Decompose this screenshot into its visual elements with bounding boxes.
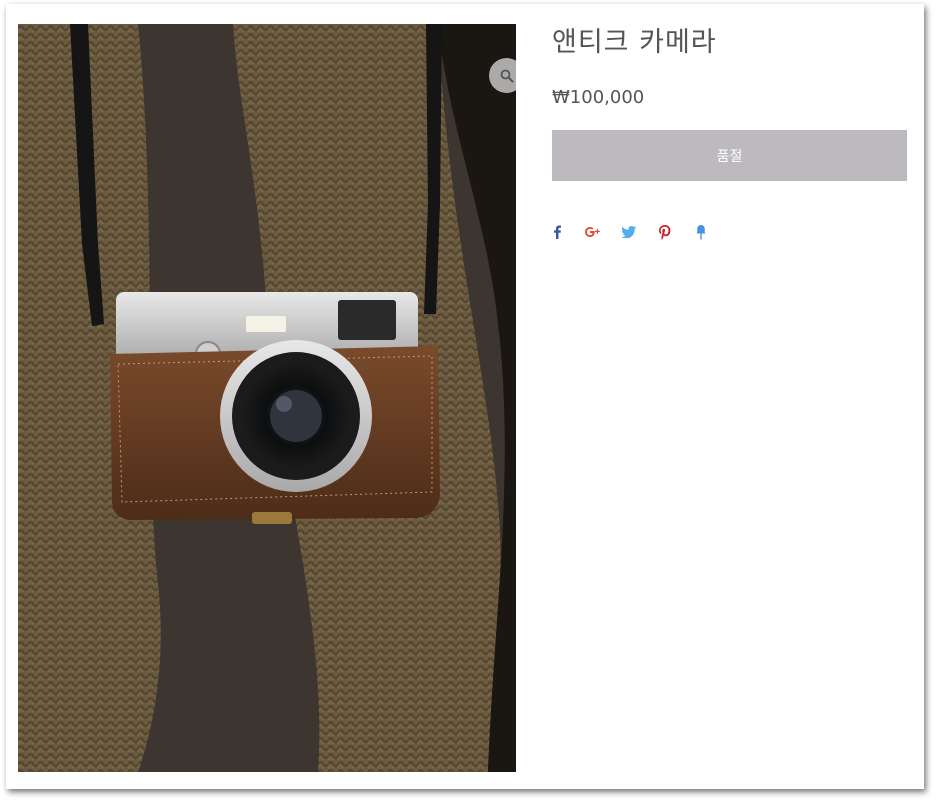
share-bar	[548, 222, 728, 242]
share-pinterest-button[interactable]	[656, 222, 674, 242]
pin-icon	[696, 224, 706, 239]
google-plus-icon	[585, 227, 600, 237]
zoom-button[interactable]	[489, 58, 516, 93]
share-twitter-button[interactable]	[620, 222, 638, 242]
product-title: 앤티크 카메라	[552, 27, 717, 58]
sold-out-button[interactable]: 품절	[552, 130, 907, 181]
search-icon	[500, 69, 513, 82]
camera-photo	[18, 24, 516, 772]
share-pin-button[interactable]	[692, 222, 710, 242]
share-google-plus-button[interactable]	[584, 222, 602, 242]
facebook-icon	[554, 225, 561, 239]
product-price: ₩100,000	[552, 87, 645, 108]
share-facebook-button[interactable]	[548, 222, 566, 242]
pinterest-icon	[659, 224, 671, 240]
product-image[interactable]	[18, 24, 516, 772]
twitter-icon	[622, 226, 636, 238]
